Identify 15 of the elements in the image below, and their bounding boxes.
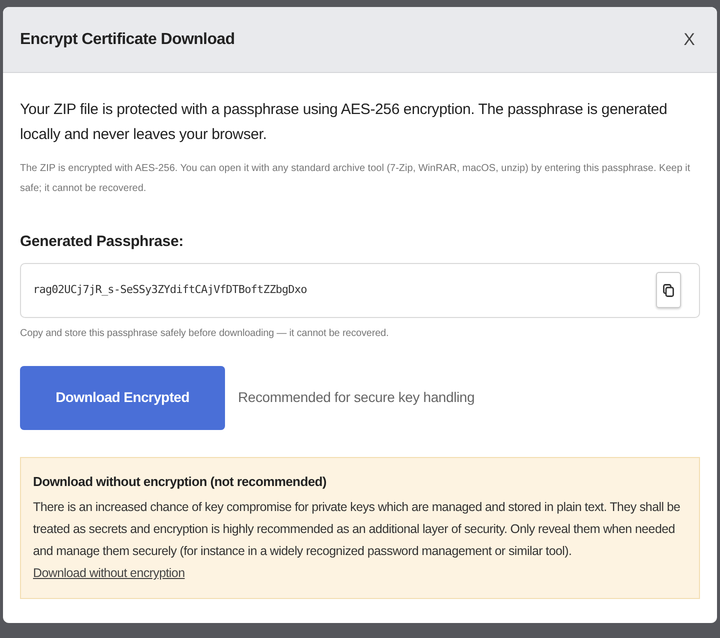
passphrase-field[interactable]: rag02UCj7jR_s-SeSSy3ZYdiftCAjVfDTBoftZZbgDxo xyxy=(20,262,700,318)
download-without-encryption-link[interactable]: Download without encryption xyxy=(33,562,185,584)
encryption-note: The ZIP is encrypted with AES-256. You can open it with any standard archive tool (7-Zip, WinRAR, macOS, unzip) by entering this passphrase. Keep it safe; it cannot be recovered. xyxy=(20,162,692,196)
passphrase-hint: Copy and store this passphrase safely before downloading — it cannot be recovered. xyxy=(20,326,390,340)
copy-icon xyxy=(663,284,674,296)
copy-button[interactable] xyxy=(656,272,681,308)
passphrase-value: rag02UCj7jR_s-SeSSy3ZYdiftCAjVfDTBoftZZbgDxo xyxy=(33,282,307,298)
intro-text: Your ZIP file is protected with a passphrase using AES-256 encryption. The passphrase is generated locally and never leaves your browser. xyxy=(20,100,668,145)
close-button[interactable]: X xyxy=(680,27,699,52)
passphrase-label: Generated Passphrase: xyxy=(20,232,184,252)
warning-text: There is an increased chance of key compromise for private keys which are managed and stored in plain text. They shall be treated as secrets and encryption is highly recommended as an additional layer of security. Only reveal them when needed and manage them securely (for instance in a widely recognized password management or similar tool). xyxy=(33,499,682,560)
dialog-title: Encrypt Certificate Download xyxy=(20,30,235,50)
warning-title: Download without encryption (not recommended) xyxy=(33,472,328,491)
recommendation-text: Recommended for secure key handling xyxy=(238,388,475,407)
download-encrypted-button[interactable]: Download Encrypted xyxy=(20,366,225,430)
